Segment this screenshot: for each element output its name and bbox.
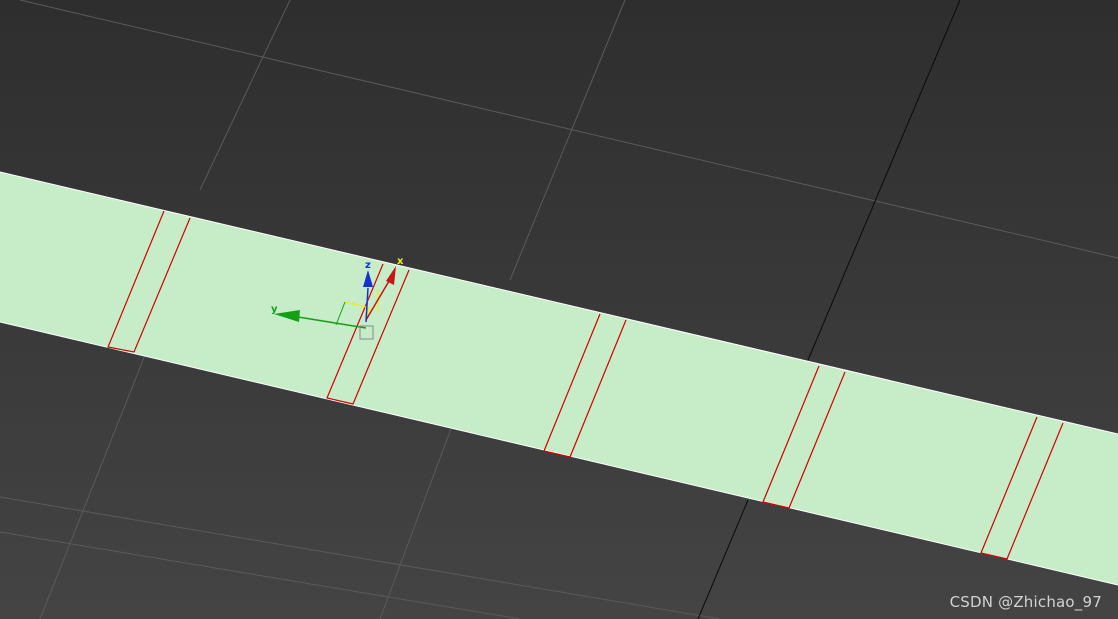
gizmo-x-label: x	[397, 256, 404, 267]
3d-viewport[interactable]: x y z CSDN @Zhichao_97	[0, 0, 1118, 619]
viewport-scene[interactable]: x y z	[0, 0, 1118, 619]
watermark: CSDN @Zhichao_97	[949, 593, 1102, 611]
gizmo-z-label: z	[365, 260, 371, 271]
gizmo-y-label: y	[271, 304, 278, 315]
